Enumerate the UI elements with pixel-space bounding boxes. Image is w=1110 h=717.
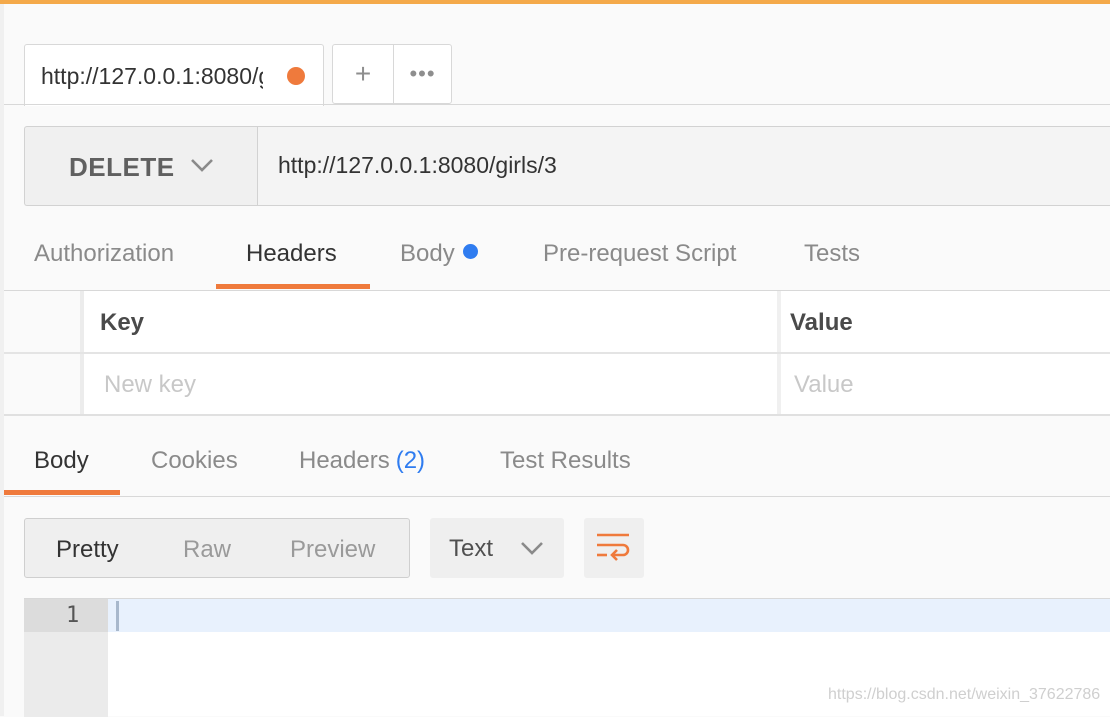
unsaved-dot-icon: [287, 67, 305, 85]
response-tab-headers[interactable]: Headers (2): [299, 447, 425, 475]
request-tab-label: http://127.0.0.1:8080/girls/3: [41, 63, 263, 89]
tab-body[interactable]: Body: [400, 240, 478, 268]
body-indicator-icon: [462, 244, 478, 259]
plus-icon: +: [354, 58, 372, 89]
wrap-lines-icon: [597, 533, 630, 561]
tab-body-label: Body: [400, 240, 455, 267]
response-tabs-divider: [4, 496, 1110, 497]
more-icon: •••: [409, 61, 436, 86]
key-column-header: Key: [100, 309, 145, 336]
line-number: 1: [66, 603, 80, 628]
window-top-bar: [0, 0, 1110, 4]
method-label: DELETE: [69, 152, 175, 182]
new-tab-button[interactable]: +: [332, 44, 394, 104]
table-bottom-divider: [4, 414, 1110, 416]
tab-headers[interactable]: Headers: [246, 240, 337, 268]
format-label: Text: [449, 535, 494, 562]
active-response-tab-underline: [4, 490, 120, 495]
headers-count-badge: (2): [395, 447, 426, 474]
tab-pre-request-script[interactable]: Pre-request Script: [543, 240, 736, 268]
preview-mode-button[interactable]: Preview: [290, 536, 375, 564]
text-cursor: [116, 601, 119, 631]
new-key-input[interactable]: New key: [104, 371, 196, 399]
chevron-down-icon: [521, 542, 543, 555]
response-tab-test-results[interactable]: Test Results: [500, 447, 631, 475]
headers-table: Key Value New key Value: [4, 291, 1110, 415]
tab-authorization[interactable]: Authorization: [34, 240, 174, 268]
format-select[interactable]: Text: [430, 518, 564, 578]
response-tab-headers-label: Headers: [299, 447, 390, 474]
value-column-header: Value: [790, 309, 853, 336]
request-tab[interactable]: http://127.0.0.1:8080/girls/3: [24, 44, 324, 106]
active-tab-underline: [216, 284, 370, 289]
view-mode-toggle: Pretty Raw Preview: [24, 518, 410, 578]
chevron-down-icon: [191, 159, 213, 172]
method-select[interactable]: DELETE: [24, 126, 258, 206]
tab-actions-button[interactable]: •••: [393, 44, 452, 104]
url-text: http://127.0.0.1:8080/girls/3: [278, 152, 557, 178]
tabs-divider: [4, 104, 1110, 105]
active-line-highlight: [108, 599, 1110, 632]
new-value-input[interactable]: Value: [794, 371, 854, 399]
response-tab-cookies[interactable]: Cookies: [151, 447, 238, 475]
wrap-lines-button[interactable]: [584, 518, 644, 578]
url-input[interactable]: http://127.0.0.1:8080/girls/3: [257, 126, 1110, 206]
pretty-mode-button[interactable]: Pretty: [56, 536, 119, 564]
line-number-gutter: 1: [24, 599, 108, 717]
response-tab-body[interactable]: Body: [34, 447, 89, 475]
tab-tests[interactable]: Tests: [804, 240, 860, 268]
raw-mode-button[interactable]: Raw: [183, 536, 231, 564]
watermark: https://blog.csdn.net/weixin_37622786: [828, 686, 1101, 703]
row-divider: [4, 352, 1110, 354]
